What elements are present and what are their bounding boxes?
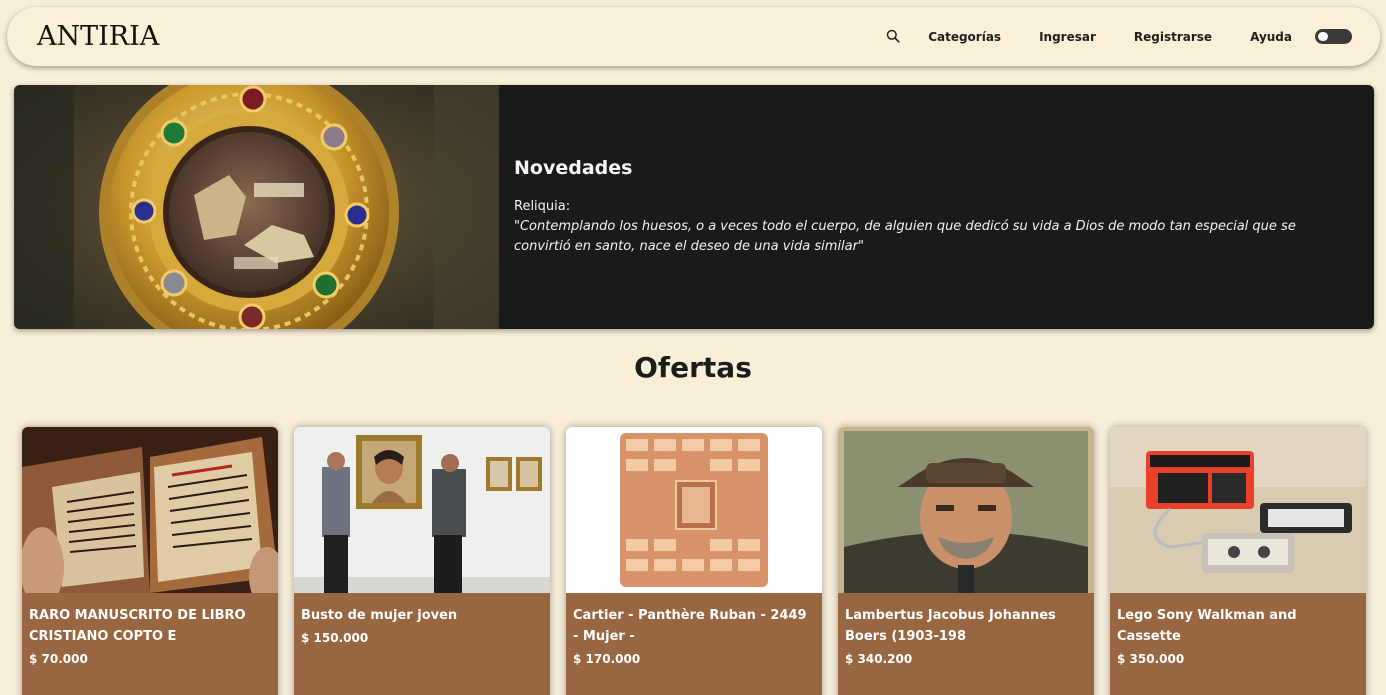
watch-image [566,427,822,593]
ofertas-grid: RARO MANUSCRITO DE LIBRO CRISTIANO COPTO… [22,427,1367,695]
portrait-painting-image [838,427,1094,593]
novedades-subtitle: Reliquia: [514,199,571,214]
offer-title: Busto de mujer joven [301,608,458,623]
nav-link-registrarse[interactable]: Registrarse [1134,30,1212,44]
offer-title: Lego Sony Walkman and Cassette [1117,608,1297,644]
offer-card[interactable]: Lambertus Jacobus Johannes Boers (1903-1… [838,427,1094,695]
nav-menu: Categorías Ingresar Registrarse Ayuda [886,29,1352,45]
offer-title: RARO MANUSCRITO DE LIBRO CRISTIANO COPTO… [29,608,246,644]
nav-link-categorias[interactable]: Categorías [928,30,1001,44]
navbar: ANTIRIA Categorías Ingresar Registrarse … [7,7,1380,66]
toggle-knob [1318,32,1328,41]
nav-link-ayuda[interactable]: Ayuda [1250,30,1292,44]
offer-title: Cartier - Panthère Ruban - 2449 - Mujer … [573,608,807,644]
offer-price: $ 70.000 [29,652,88,666]
offer-card[interactable]: RARO MANUSCRITO DE LIBRO CRISTIANO COPTO… [22,427,278,695]
theme-toggle[interactable] [1315,29,1352,44]
offer-title: Lambertus Jacobus Johannes Boers (1903-1… [845,608,1056,644]
offer-price: $ 340.200 [845,652,913,666]
offer-card[interactable]: Lego Sony Walkman and Cassette $ 350.000 [1110,427,1366,695]
search-icon[interactable] [886,29,902,45]
site-logo[interactable]: ANTIRIA [37,21,159,52]
offer-card[interactable]: Busto de mujer joven $ 150.000 [294,427,550,695]
reliquary-image [14,85,499,329]
ofertas-title: Ofertas [634,351,752,384]
novedades-quote: "Contemplando los huesos, o a veces todo… [514,219,1296,254]
novedades-title: Novedades [514,157,633,179]
offer-price: $ 170.000 [573,652,641,666]
novedades-text: Novedades Reliquia: "Contemplando los hu… [514,157,1354,257]
manuscript-image [22,427,278,593]
novedades-banner: Novedades Reliquia: "Contemplando los hu… [14,85,1374,329]
walkman-image [1110,427,1366,593]
nav-link-ingresar[interactable]: Ingresar [1039,30,1096,44]
offer-price: $ 350.000 [1117,652,1185,666]
offer-card[interactable]: Cartier - Panthère Ruban - 2449 - Mujer … [566,427,822,695]
offer-price: $ 150.000 [301,631,369,645]
painting-install-image [294,427,550,593]
